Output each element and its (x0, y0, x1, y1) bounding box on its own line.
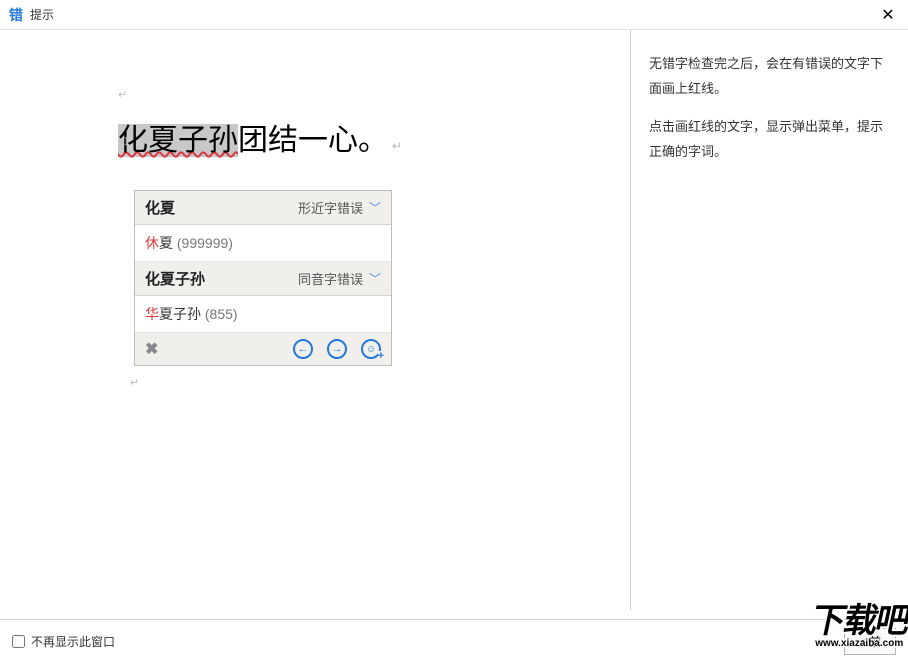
chevron-down-icon[interactable]: ﹀ (369, 199, 381, 216)
suggestion-rest: 夏子孙 (159, 306, 201, 322)
suggestion-freq: (855) (201, 306, 238, 322)
popup-group-word: 化夏 (145, 197, 175, 218)
correction-popup: 化夏 形近字错误 ﹀ 休夏 (999999) 化夏子孙 同音字错误 ﹀ 华夏子孙… (134, 190, 392, 366)
help-paragraph: 点击画红线的文字，显示弹出菜单，提示正确的字词。 (649, 115, 890, 164)
popup-group-type: 同音字错误 (298, 269, 363, 288)
prev-button[interactable]: ← (293, 339, 313, 359)
help-paragraph: 无错字检查完之后，会在有错误的文字下面画上红线。 (649, 52, 890, 101)
close-icon[interactable]: ✕ (876, 4, 900, 26)
dont-show-checkbox[interactable]: 不再显示此窗口 (12, 633, 115, 650)
prev-page-button[interactable]: < 前 (844, 628, 896, 655)
suggestion-freq: (999999) (173, 235, 233, 251)
sentence-rest: 团结一心。 (238, 124, 388, 157)
popup-group-type: 形近字错误 (298, 198, 363, 217)
popup-group-word: 化夏子孙 (145, 268, 205, 289)
suggestion-item[interactable]: 休夏 (999999) (135, 225, 391, 262)
app-icon: 错 (8, 7, 24, 23)
document-pane: ↵ ◁ 化夏子孙团结一心。↵ 化夏 形近字错误 ﹀ 休夏 (999999) 化夏… (0, 30, 630, 610)
main-split: ↵ ◁ 化夏子孙团结一心。↵ 化夏 形近字错误 ﹀ 休夏 (999999) 化夏… (0, 30, 908, 610)
sentence-text[interactable]: 化夏子孙团结一心。 ↵ (118, 120, 402, 162)
titlebar: 错 提示 ✕ (0, 0, 908, 30)
paragraph-mark: ↵ (118, 88, 127, 101)
popup-group-header[interactable]: 化夏子孙 同音字错误 ﹀ (135, 262, 391, 296)
popup-toolbar: ✖ ← → ☺ (135, 333, 391, 365)
add-to-dict-icon[interactable]: ☺ (361, 339, 381, 359)
error-segment[interactable]: 化夏子孙 (118, 124, 238, 157)
suggestion-highlight: 休 (145, 235, 159, 251)
suggestion-item[interactable]: 华夏子孙 (855) (135, 296, 391, 333)
paragraph-mark: ↵ (392, 139, 402, 153)
next-button[interactable]: → (327, 339, 347, 359)
dismiss-icon[interactable]: ✖ (145, 339, 158, 359)
dont-show-label: 不再显示此窗口 (31, 633, 115, 650)
dont-show-checkbox-input[interactable] (12, 635, 25, 648)
suggestion-highlight: 华 (145, 306, 159, 322)
suggestion-rest: 夏 (159, 235, 173, 251)
window-title: 提示 (30, 6, 54, 23)
chevron-down-icon[interactable]: ﹀ (369, 270, 381, 287)
popup-group-header[interactable]: 化夏 形近字错误 ﹀ (135, 191, 391, 225)
help-pane: 无错字检查完之后，会在有错误的文字下面画上红线。 点击画红线的文字，显示弹出菜单… (630, 30, 908, 610)
paragraph-triangle: ◁ (118, 134, 126, 147)
bottom-bar: 不再显示此窗口 < 前 (0, 619, 908, 663)
paragraph-mark: ↵ (130, 376, 139, 389)
